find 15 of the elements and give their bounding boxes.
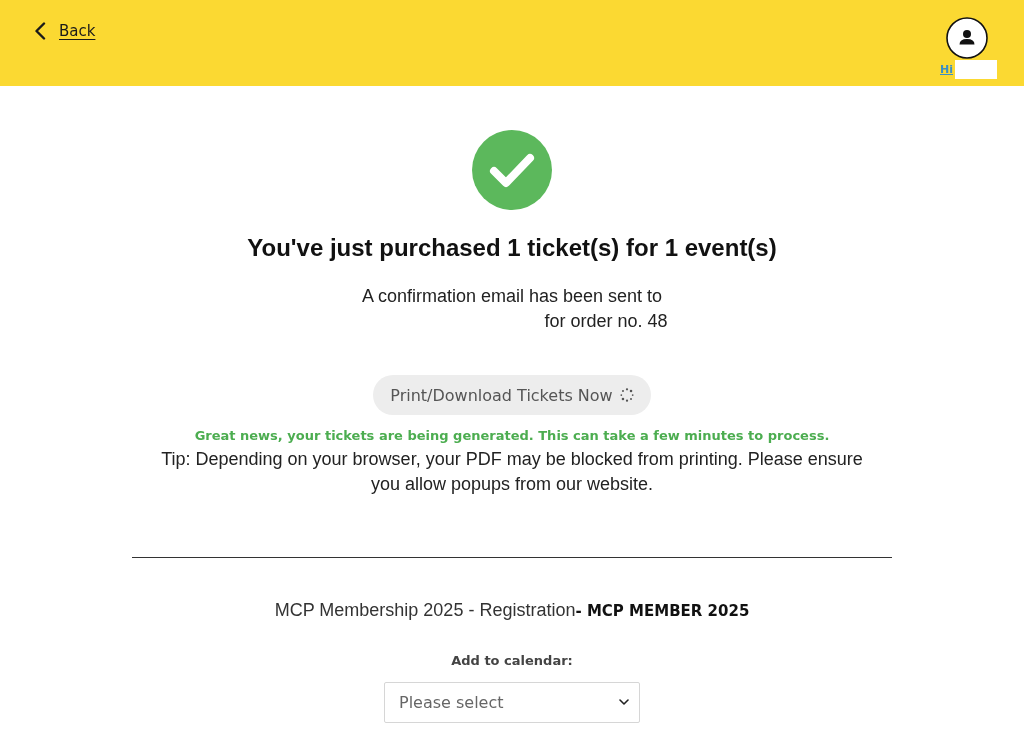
order-text: for order no. 48 xyxy=(543,310,668,333)
calendar-select[interactable]: Please select xyxy=(384,682,640,723)
purchase-heading: You've just purchased 1 ticket(s) for 1 event(s) xyxy=(247,234,777,262)
confirmation-text: A confirmation email has been sent to xyxy=(361,285,663,308)
tip-text: Tip: Depending on your browser, your PDF may be blocked from printing. Please ensure you allow popups from our website. xyxy=(160,448,864,496)
event-title: MCP Membership 2025 - Registration- MCP MEMBER 2025 xyxy=(274,600,750,621)
status-message: Great news, your tickets are being generated. This can take a few minutes to process. xyxy=(194,427,830,445)
success-check-icon xyxy=(472,130,552,210)
chevron-left-icon xyxy=(34,22,46,40)
chevron-down-icon xyxy=(619,699,629,705)
user-avatar-icon[interactable] xyxy=(945,17,988,59)
calendar-label: Add to calendar: xyxy=(451,652,573,670)
back-link[interactable]: Back xyxy=(34,21,96,41)
print-tickets-button[interactable]: Print/Download Tickets Now xyxy=(373,375,651,415)
redaction-block xyxy=(955,60,997,79)
